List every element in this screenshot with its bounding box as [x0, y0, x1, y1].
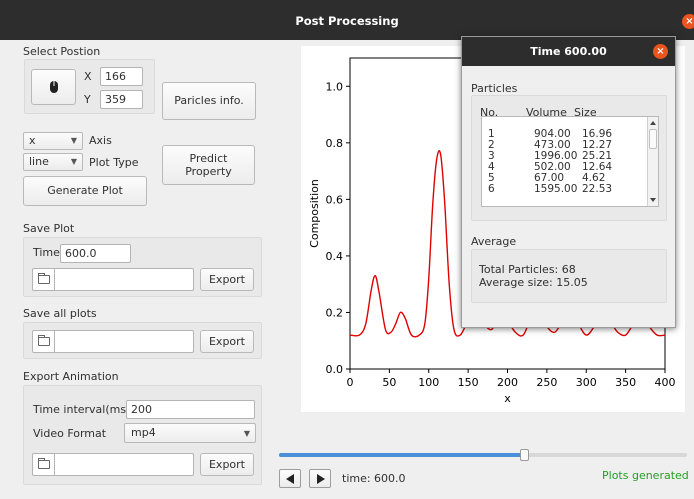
y-tick-label: 0.6	[326, 193, 344, 206]
particles-popup: Time 600.00 × Particles No. Volume Size …	[461, 36, 676, 328]
x-label: X	[84, 70, 92, 83]
x-tick-label: 50	[382, 376, 396, 389]
status-text: Plots generated	[602, 469, 689, 482]
popup-titlebar: Time 600.00 ×	[462, 37, 675, 66]
timeline-slider-track[interactable]	[279, 453, 687, 457]
y-tick-label: 0.4	[326, 250, 344, 263]
scroll-thumb[interactable]	[649, 129, 657, 149]
y-axis-label: Composition	[308, 179, 321, 248]
export-animation-heading: Export Animation	[23, 370, 119, 383]
window-titlebar: Post Processing ×	[0, 0, 694, 40]
video-format-value: mp4	[131, 426, 156, 439]
save-all-plots-path-field[interactable]	[32, 330, 194, 353]
generate-plot-button[interactable]: Generate Plot	[23, 176, 147, 206]
close-icon[interactable]: ×	[682, 14, 694, 29]
x-tick-label: 350	[615, 376, 636, 389]
x-tick-label: 100	[418, 376, 439, 389]
x-tick-label: 0	[347, 376, 354, 389]
video-format-select[interactable]: mp4 ▼	[124, 423, 256, 443]
average-heading: Average	[471, 235, 517, 248]
video-format-label: Video Format	[33, 427, 107, 440]
save-plot-path-field[interactable]	[32, 268, 194, 291]
popup-title: Time 600.00	[530, 45, 607, 58]
plot-type-select-value: line	[29, 155, 49, 168]
plot-type-label: Plot Type	[89, 156, 139, 169]
x-tick-label: 150	[458, 376, 479, 389]
y-label: Y	[84, 93, 91, 106]
y-coordinate-input[interactable]: 359	[100, 90, 143, 109]
predict-property-line1: Predict	[189, 152, 228, 165]
y-tick-label: 1.0	[326, 80, 344, 93]
scroll-down-icon[interactable]	[650, 198, 656, 202]
folder-icon	[38, 458, 50, 469]
y-tick-label: 0.0	[326, 363, 344, 376]
x-axis-label: x	[504, 392, 511, 405]
play-forward-icon	[317, 474, 325, 484]
particles-list[interactable]: 1 904.00 16.96 2 473.00 12.27 3 1996.00 25.21 4 50…	[481, 116, 659, 207]
popup-close-icon[interactable]: ×	[653, 44, 668, 59]
particle-no: 6	[488, 183, 495, 195]
save-all-plots-export-button[interactable]: Export	[200, 330, 254, 353]
save-plot-heading: Save Plot	[23, 222, 75, 235]
time-readout: time: 600.0	[342, 472, 406, 485]
timeline-slider-fill	[279, 453, 524, 457]
folder-browse-button[interactable]	[33, 331, 55, 353]
x-tick-label: 250	[536, 376, 557, 389]
x-tick-label: 300	[576, 376, 597, 389]
particle-size: 22.53	[582, 183, 613, 195]
time-interval-input[interactable]: 200	[126, 400, 255, 419]
play-back-icon	[286, 474, 294, 484]
select-position-heading: Select Postion	[23, 45, 101, 58]
save-all-plots-heading: Save all plots	[23, 307, 97, 320]
window-title: Post Processing	[295, 14, 399, 28]
animation-export-button[interactable]: Export	[200, 453, 254, 476]
plot-type-select[interactable]: line ▼	[23, 153, 83, 171]
x-tick-label: 400	[655, 376, 676, 389]
average-size-text: Average size: 15.05	[479, 276, 588, 289]
y-tick-label: 0.8	[326, 137, 344, 150]
chevron-down-icon: ▼	[243, 429, 250, 438]
folder-browse-button[interactable]	[33, 269, 55, 291]
mouse-pick-button[interactable]	[31, 69, 76, 105]
timeline-slider-handle[interactable]	[519, 449, 529, 461]
folder-icon	[38, 335, 50, 346]
animation-path-field[interactable]	[32, 453, 194, 476]
predict-property-line2: Property	[185, 165, 232, 178]
particles-heading: Particles	[471, 82, 518, 95]
previous-frame-button[interactable]	[279, 469, 301, 488]
time-interval-label: Time interval(ms)	[33, 403, 131, 416]
time-label: Time	[33, 246, 60, 259]
x-tick-label: 200	[497, 376, 518, 389]
particle-volume: 1595.00	[534, 183, 578, 195]
next-frame-button[interactable]	[309, 469, 331, 488]
axis-label: Axis	[89, 134, 112, 147]
axis-select[interactable]: x ▼	[23, 132, 83, 150]
chevron-down-icon: ▼	[70, 157, 77, 166]
scroll-up-icon[interactable]	[650, 121, 656, 125]
time-input[interactable]: 600.0	[60, 244, 131, 263]
axis-select-value: x	[29, 134, 36, 147]
chevron-down-icon: ▼	[70, 136, 77, 145]
predict-property-button[interactable]: Predict Property	[162, 145, 255, 185]
total-particles-text: Total Particles: 68	[479, 263, 576, 276]
particles-info-button[interactable]: Paricles info.	[162, 82, 256, 120]
folder-browse-button[interactable]	[33, 454, 55, 476]
x-coordinate-input[interactable]: 166	[100, 67, 143, 86]
y-tick-label: 0.2	[326, 306, 344, 319]
folder-icon	[38, 273, 50, 284]
particles-scrollbar[interactable]	[647, 117, 658, 206]
mouse-icon	[50, 81, 58, 93]
save-plot-export-button[interactable]: Export	[200, 268, 254, 291]
